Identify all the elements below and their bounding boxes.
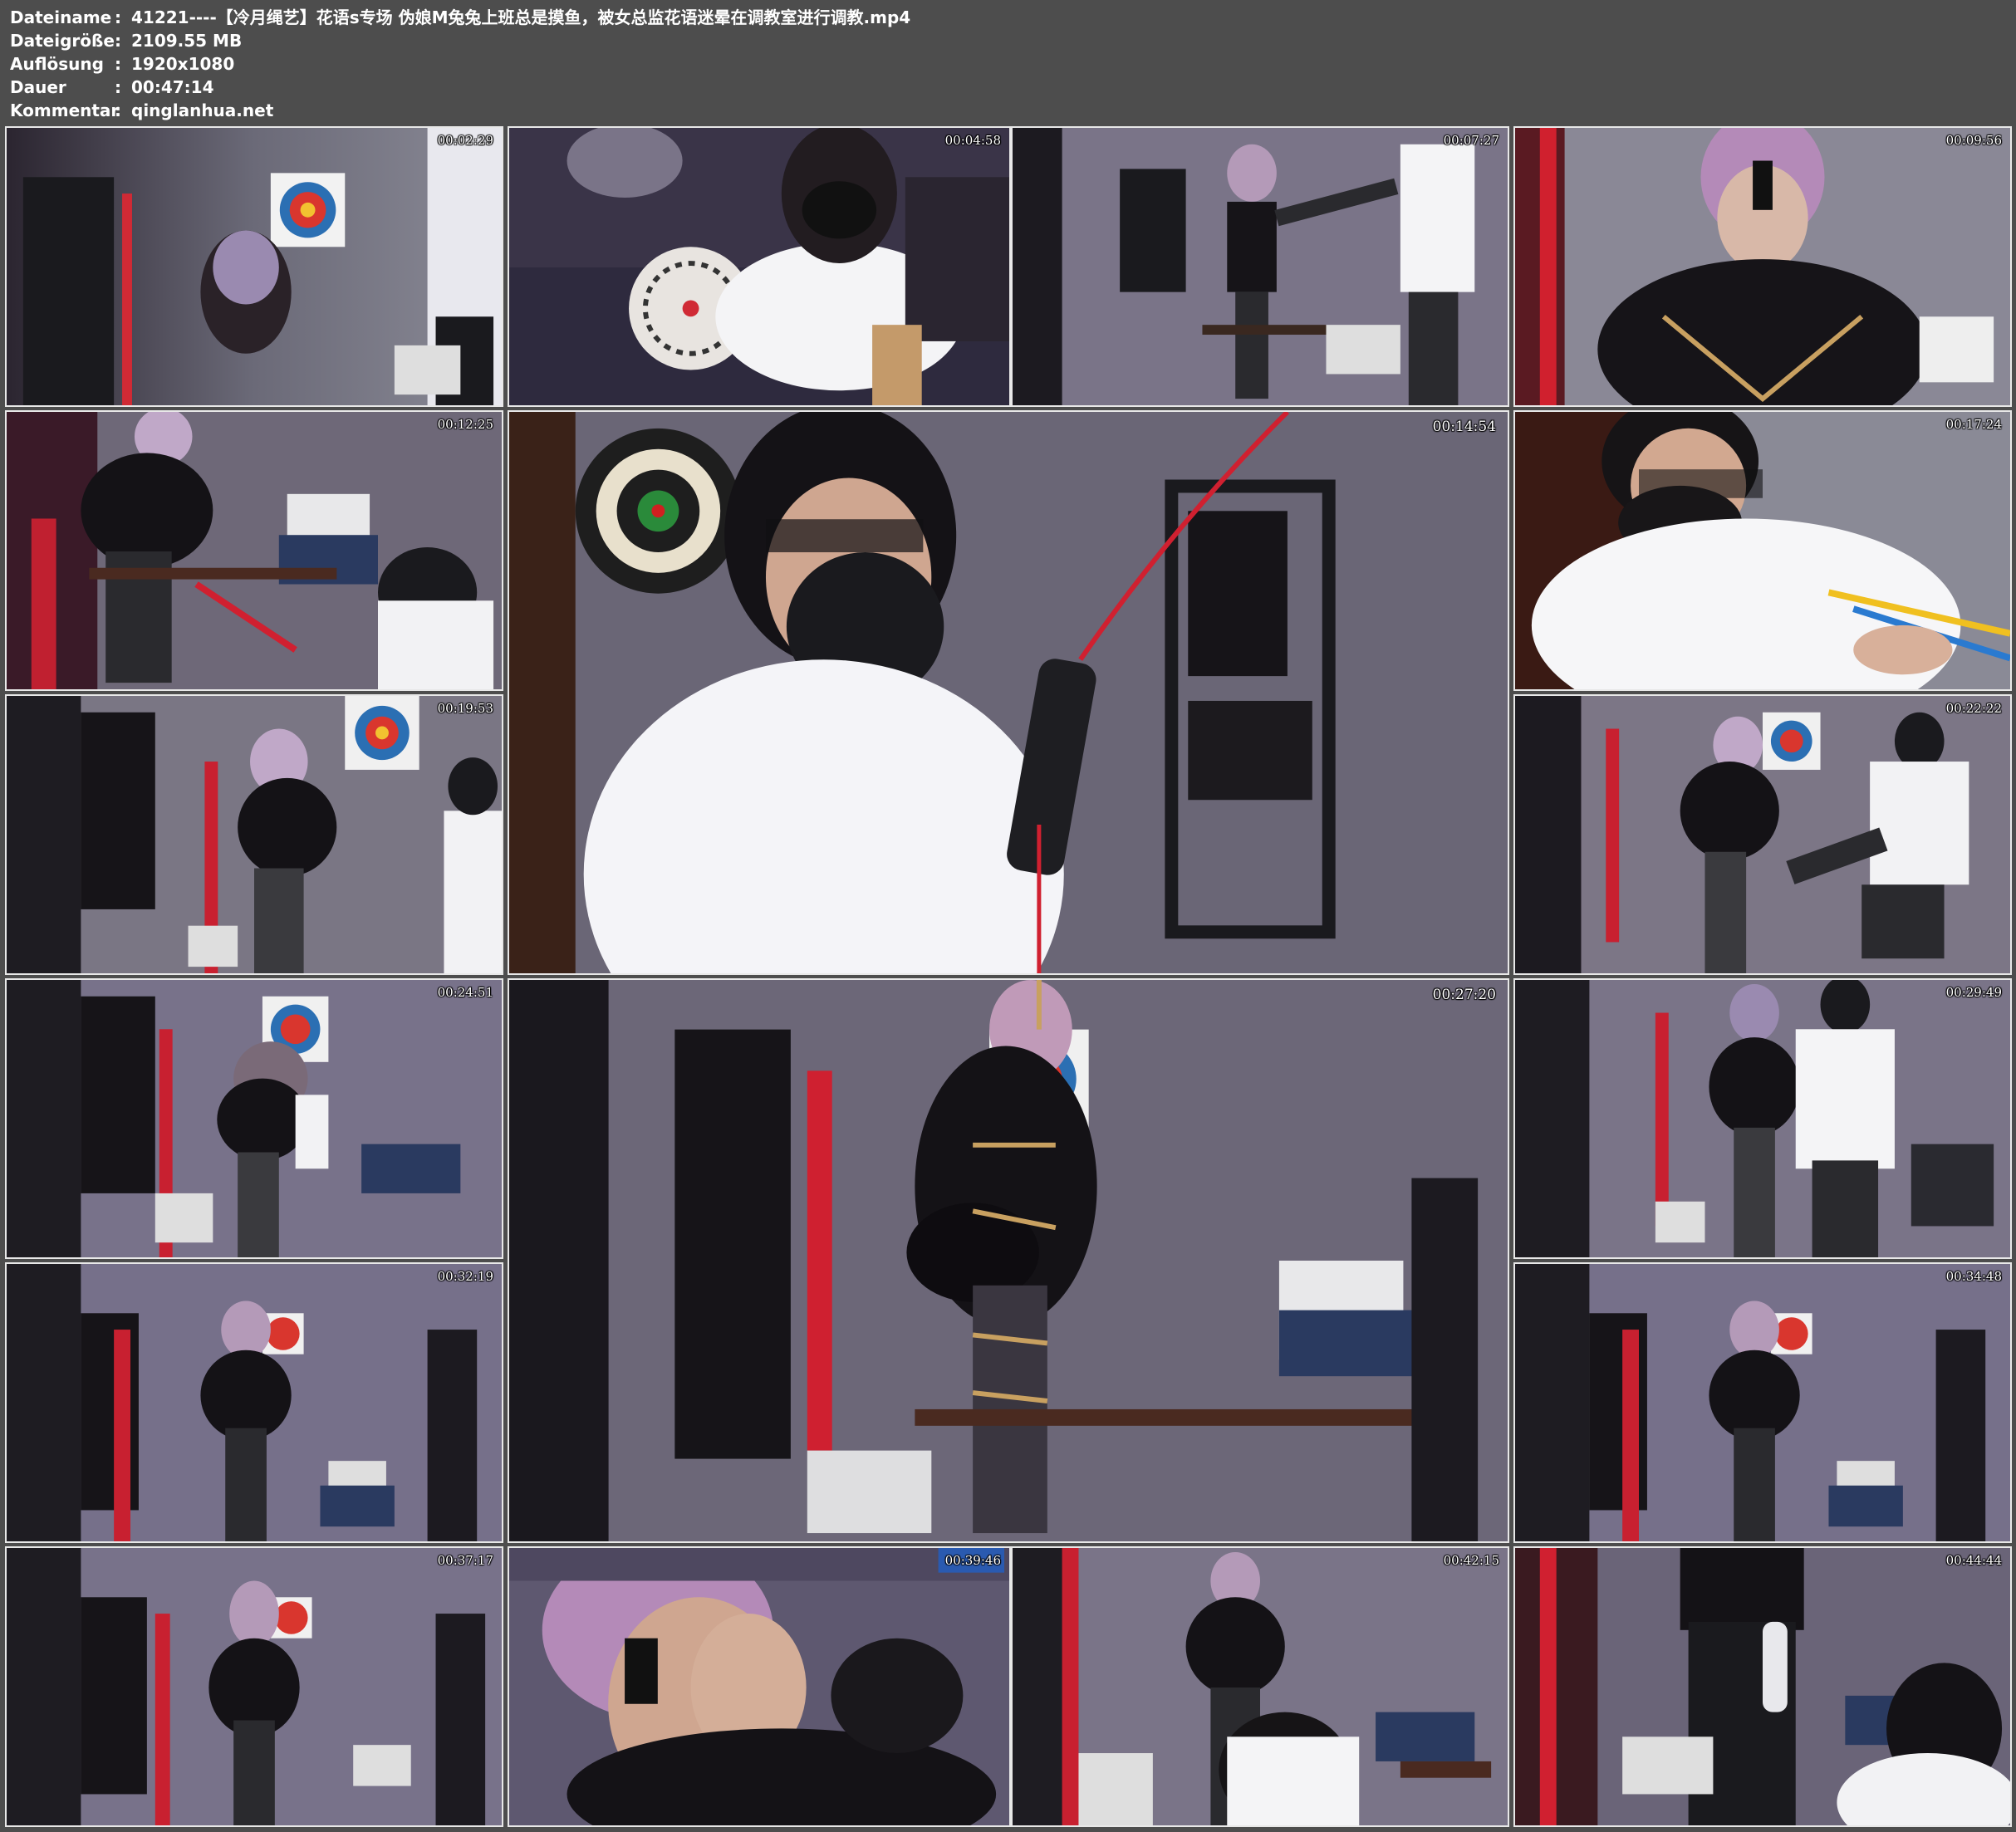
thumbnail-timestamp: 00:44:44 — [1945, 1553, 2002, 1568]
separator: : — [115, 54, 121, 74]
thumbnail-scene — [1013, 128, 1508, 405]
thumbnail-scene — [509, 1548, 1009, 1825]
thumbnail-timestamp: 00:02:29 — [437, 133, 493, 148]
filename-value: 41221----【冷月绳艺】花语s专场 伪娘M兔兔上班总是摸鱼，被女总监花语迷… — [131, 7, 911, 27]
duration-row: Dauer : 00:47:14 — [10, 76, 910, 99]
thumbnail-scene — [7, 412, 502, 689]
thumbnail-scene — [7, 980, 502, 1257]
thumbnail-scene — [7, 1264, 502, 1541]
separator: : — [115, 7, 121, 27]
thumbnail-timestamp: 00:22:22 — [1945, 701, 2002, 716]
thumbnail-frame: 00:02:29 — [5, 126, 503, 407]
thumbnail-timestamp: 00:09:56 — [1945, 133, 2002, 148]
resolution-label: Auflösung — [10, 54, 104, 74]
resolution-row: Auflösung : 1920x1080 — [10, 52, 910, 76]
filesize-value: 2109.55 MB — [131, 31, 243, 51]
thumbnail-scene — [1515, 128, 2010, 405]
thumbnail-scene — [509, 412, 1508, 973]
thumbnail-frame: 00:22:22 — [1513, 694, 2012, 975]
thumbnail-frame: 00:34:48 — [1513, 1262, 2012, 1543]
separator: : — [115, 31, 121, 51]
thumbnail-frame: 00:44:44 — [1513, 1546, 2012, 1827]
thumbnail-scene — [1515, 1548, 2010, 1825]
file-info: Dateiname : 41221----【冷月绳艺】花语s专场 伪娘M兔兔上班… — [10, 6, 910, 122]
thumbnail-timestamp: 00:14:54 — [1432, 419, 1496, 435]
thumbnail-scene — [1515, 1264, 2010, 1541]
filename-row: Dateiname : 41221----【冷月绳艺】花语s专场 伪娘M兔兔上班… — [10, 6, 910, 29]
thumbnail-frame: 00:29:49 — [1513, 978, 2012, 1259]
thumbnail-scene — [1515, 412, 2010, 689]
comment-row: Kommentar : qinglanhua.net — [10, 99, 910, 122]
thumbnail-frame: 00:39:46 — [508, 1546, 1011, 1827]
thumbnail-scene — [1515, 980, 2010, 1257]
filesize-label: Dateigröße — [10, 31, 115, 51]
thumbnail-frame: 00:17:24 — [1513, 410, 2012, 691]
comment-label: Kommentar — [10, 100, 120, 120]
filesize-row: Dateigröße : 2109.55 MB — [10, 29, 910, 52]
thumbnail-timestamp: 00:39:46 — [944, 1553, 1001, 1568]
thumbnail-frame: 00:37:17 — [5, 1546, 503, 1827]
thumbnail-frame: 00:24:51 — [5, 978, 503, 1259]
thumbnail-frame: 00:07:27 — [1011, 126, 1509, 407]
thumbnail-frame: 00:42:15 — [1011, 1546, 1509, 1827]
thumbnail-scene — [7, 1548, 502, 1825]
thumbnail-scene — [509, 980, 1508, 1541]
thumbnail-timestamp: 00:19:53 — [437, 701, 493, 716]
thumbnail-timestamp: 00:32:19 — [437, 1269, 493, 1284]
thumbnail-scene — [1013, 1548, 1508, 1825]
duration-value: 00:47:14 — [131, 77, 214, 97]
thumbnail-scene — [509, 128, 1009, 405]
resolution-value: 1920x1080 — [131, 54, 235, 74]
thumbnail-timestamp: 00:34:48 — [1945, 1269, 2002, 1284]
separator: : — [115, 100, 121, 120]
thumbnail-frame: 00:19:53 — [5, 694, 503, 975]
thumbnail-frame-large: 00:27:20 — [508, 978, 1509, 1543]
thumbnail-timestamp: 00:24:51 — [437, 985, 493, 1000]
thumbnail-timestamp: 00:37:17 — [437, 1553, 493, 1568]
thumbnail-timestamp: 00:12:25 — [437, 417, 493, 432]
thumbnail-timestamp: 00:17:24 — [1945, 417, 2002, 432]
thumbnail-frame: 00:09:56 — [1513, 126, 2012, 407]
thumbnail-frame-large: 00:14:54 — [508, 410, 1509, 975]
thumbnail-timestamp: 00:27:20 — [1432, 987, 1496, 1003]
thumbnail-timestamp: 00:42:15 — [1443, 1553, 1499, 1568]
separator: : — [115, 77, 121, 97]
thumbnail-frame: 00:32:19 — [5, 1262, 503, 1543]
thumbnail-timestamp: 00:07:27 — [1443, 133, 1499, 148]
thumbnail-frame: 00:04:58 — [508, 126, 1011, 407]
thumbnail-scene — [7, 696, 502, 973]
thumbnail-frame: 00:12:25 — [5, 410, 503, 691]
comment-value: qinglanhua.net — [131, 100, 274, 120]
filename-label: Dateiname — [10, 7, 112, 27]
thumbnail-scene — [1515, 696, 2010, 973]
thumbnail-scene — [7, 128, 502, 405]
thumbnail-timestamp: 00:29:49 — [1945, 985, 2002, 1000]
thumbnail-timestamp: 00:04:58 — [944, 133, 1001, 148]
duration-label: Dauer — [10, 77, 66, 97]
